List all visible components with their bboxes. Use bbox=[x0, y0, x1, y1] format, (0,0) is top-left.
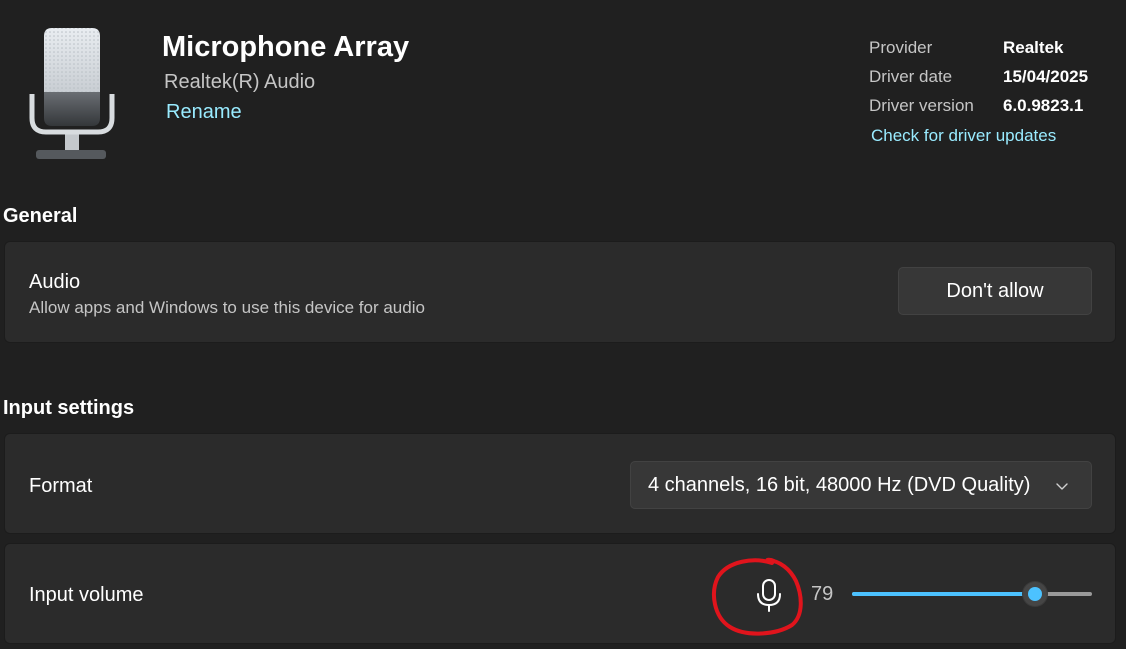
input-volume-value: 79 bbox=[811, 583, 834, 605]
device-name: Microphone Array bbox=[162, 31, 410, 63]
input-settings-section-title: Input settings bbox=[3, 397, 135, 419]
device-header: Microphone Array Realtek(R) Audio Rename… bbox=[0, 0, 1126, 190]
audio-title: Audio bbox=[29, 271, 81, 293]
driver-date-value: 15/04/2025 bbox=[1003, 67, 1089, 86]
provider-label: Provider bbox=[869, 38, 933, 57]
general-section-title: General bbox=[3, 205, 78, 227]
microphone-device-icon bbox=[29, 28, 115, 159]
format-dropdown[interactable]: 4 channels, 16 bit, 48000 Hz (DVD Qualit… bbox=[630, 461, 1092, 509]
audio-description: Allow apps and Windows to use this devic… bbox=[29, 298, 425, 317]
check-driver-updates-link[interactable]: Check for driver updates bbox=[871, 126, 1056, 146]
input-volume-slider[interactable] bbox=[852, 578, 1092, 610]
dont-allow-button[interactable]: Don't allow bbox=[898, 267, 1092, 315]
format-card: Format 4 channels, 16 bit, 48000 Hz (DVD… bbox=[4, 433, 1116, 534]
driver-version-value: 6.0.9823.1 bbox=[1003, 96, 1084, 115]
audio-card: Audio Allow apps and Windows to use this… bbox=[4, 241, 1116, 343]
microphone-icon[interactable] bbox=[753, 577, 785, 613]
input-volume-card: Input volume 79 bbox=[4, 543, 1116, 644]
rename-link[interactable]: Rename bbox=[166, 101, 242, 124]
slider-fill bbox=[852, 592, 1035, 596]
driver-date-label: Driver date bbox=[869, 67, 953, 86]
chevron-down-icon bbox=[1056, 483, 1068, 490]
format-label: Format bbox=[29, 475, 93, 497]
format-selected-value: 4 channels, 16 bit, 48000 Hz (DVD Qualit… bbox=[648, 474, 1031, 496]
driver-version-label: Driver version bbox=[869, 96, 974, 115]
device-subtitle: Realtek(R) Audio bbox=[164, 71, 316, 93]
slider-thumb[interactable] bbox=[1022, 582, 1047, 606]
provider-value: Realtek bbox=[1003, 38, 1064, 57]
input-volume-label: Input volume bbox=[29, 584, 144, 606]
